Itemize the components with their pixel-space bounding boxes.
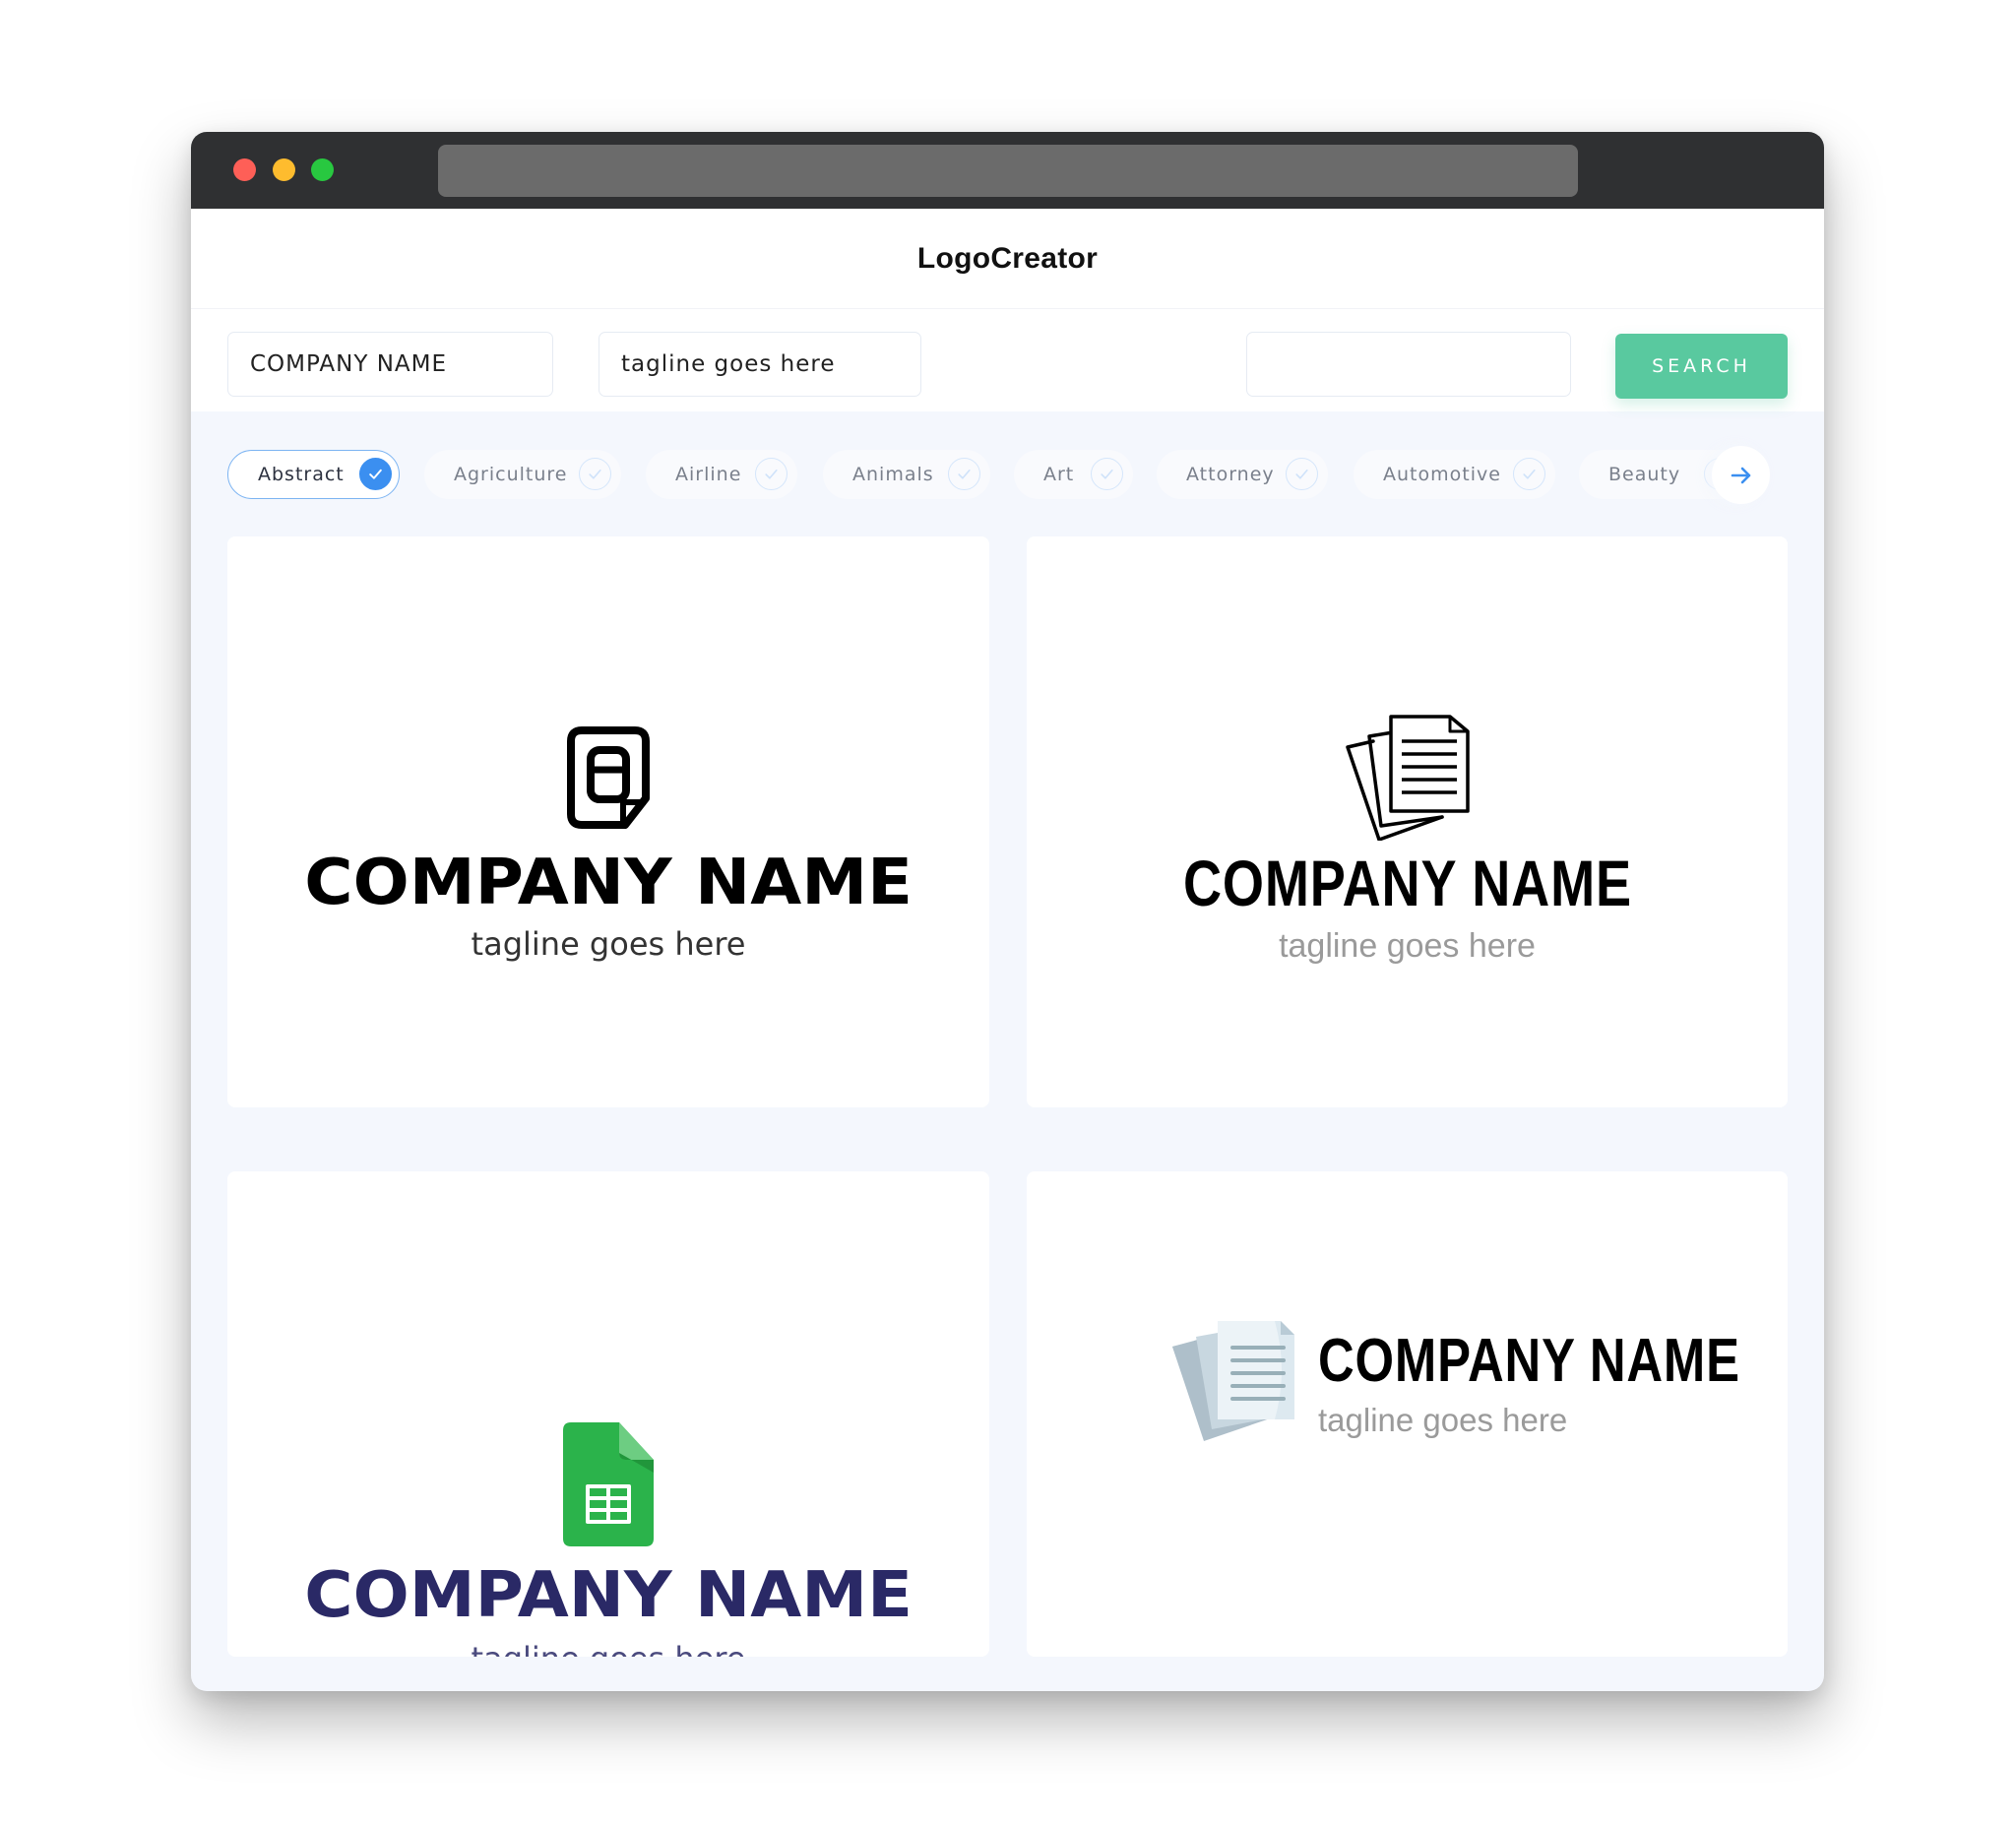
next-categories-button[interactable] (1712, 446, 1770, 504)
logo-company-name: COMPANY NAME (1318, 1327, 1740, 1395)
logo-text-block: COMPANY NAME tagline goes here (1318, 1327, 1764, 1438)
logo-preview: COMPANY NAME tagline goes here (227, 1422, 989, 1657)
minimize-window-button[interactable] (273, 158, 295, 181)
logo-card[interactable]: COMPANY NAME tagline goes here (1027, 536, 1788, 1107)
logo-preview: COMPANY NAME tagline goes here (1172, 1321, 1764, 1443)
logo-preview: COMPANY NAME tagline goes here (227, 725, 989, 960)
category-chip-label: Abstract (258, 464, 345, 485)
category-chip-agriculture[interactable]: Agriculture (424, 450, 621, 499)
check-icon (579, 458, 611, 490)
category-filter-bar: Abstract Agriculture Airline Animals Art (227, 431, 1788, 514)
logo-tagline: tagline goes here (472, 1643, 746, 1657)
locked-document-icon (567, 726, 650, 829)
category-chip-animals[interactable]: Animals (823, 450, 990, 499)
category-chip-attorney[interactable]: Attorney (1157, 450, 1328, 499)
logo-preview: COMPANY NAME tagline goes here (1027, 715, 1788, 963)
check-icon (1091, 458, 1123, 490)
app-header: LogoCreator (191, 209, 1824, 308)
category-chip-label: Attorney (1186, 464, 1275, 485)
logo-tagline: tagline goes here (1318, 1402, 1568, 1438)
tagline-input[interactable]: tagline goes here (598, 332, 921, 397)
logo-card[interactable]: COMPANY NAME tagline goes here (227, 536, 989, 1107)
logo-card[interactable]: COMPANY NAME tagline goes here (227, 1171, 989, 1657)
company-name-input[interactable]: COMPANY NAME (227, 332, 553, 397)
title-bar (191, 132, 1824, 209)
browser-window: LogoCreator COMPANY NAME tagline goes he… (191, 132, 1824, 1691)
logo-tagline: tagline goes here (471, 925, 746, 963)
search-button[interactable]: SEARCH (1615, 334, 1788, 399)
close-window-button[interactable] (233, 158, 256, 181)
category-chip-label: Airline (675, 464, 742, 485)
check-icon (1513, 458, 1545, 490)
check-icon (755, 458, 788, 490)
category-chip-art[interactable]: Art (1014, 450, 1133, 499)
logo-card[interactable]: COMPANY NAME tagline goes here (1027, 1171, 1788, 1657)
check-icon (359, 458, 392, 490)
logo-company-name: COMPANY NAME (304, 1559, 913, 1632)
stacked-documents-outline-icon (1345, 715, 1470, 841)
search-bar: COMPANY NAME tagline goes here SEARCH (191, 308, 1824, 411)
stacked-documents-flat-icon (1172, 1321, 1294, 1441)
address-bar[interactable] (438, 145, 1578, 197)
logo-company-name: COMPANY NAME (1182, 847, 1632, 919)
spreadsheet-document-icon (563, 1422, 654, 1546)
brand-logo[interactable]: LogoCreator (917, 242, 1098, 276)
check-icon (1286, 458, 1318, 490)
category-chip-abstract[interactable]: Abstract (227, 450, 400, 499)
category-chip-automotive[interactable]: Automotive (1354, 450, 1555, 499)
keyword-input[interactable] (1246, 332, 1571, 397)
category-chip-label: Automotive (1383, 464, 1501, 485)
logo-company-name: COMPANY NAME (304, 847, 913, 919)
category-chip-airline[interactable]: Airline (646, 450, 797, 499)
category-chip-label: Art (1043, 464, 1075, 485)
arrow-right-icon (1731, 467, 1750, 483)
category-chip-label: Agriculture (454, 464, 568, 485)
logo-tagline: tagline goes here (1279, 927, 1536, 965)
category-chip-label: Beauty (1608, 464, 1681, 485)
category-chip-label: Animals (852, 464, 934, 485)
maximize-window-button[interactable] (311, 158, 334, 181)
check-icon (948, 458, 980, 490)
